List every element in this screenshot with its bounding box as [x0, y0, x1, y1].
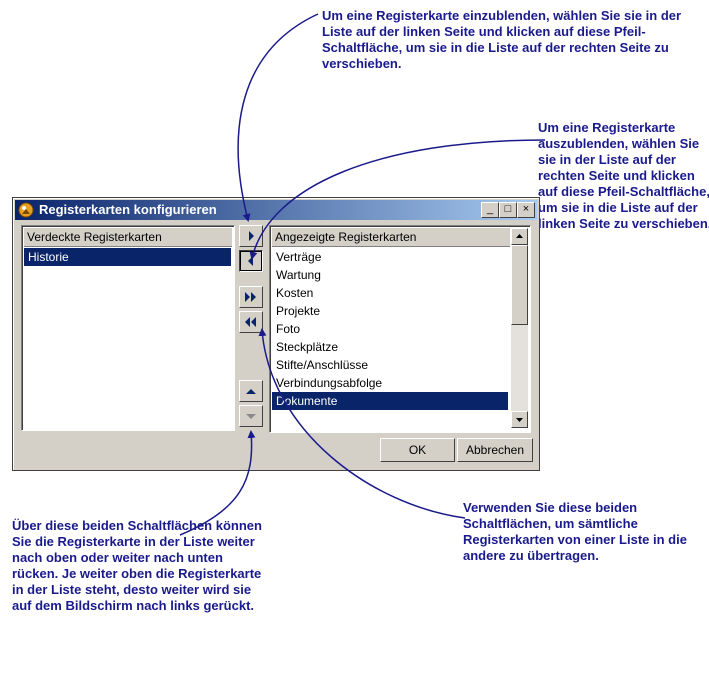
arrow-to-move-right-button	[237, 13, 319, 222]
arrow-to-move-up-down-buttons	[179, 430, 256, 536]
annotation-arrows	[179, 13, 546, 536]
arrow-to-move-all-buttons	[258, 328, 466, 519]
arrow-to-move-left-button	[249, 139, 546, 260]
